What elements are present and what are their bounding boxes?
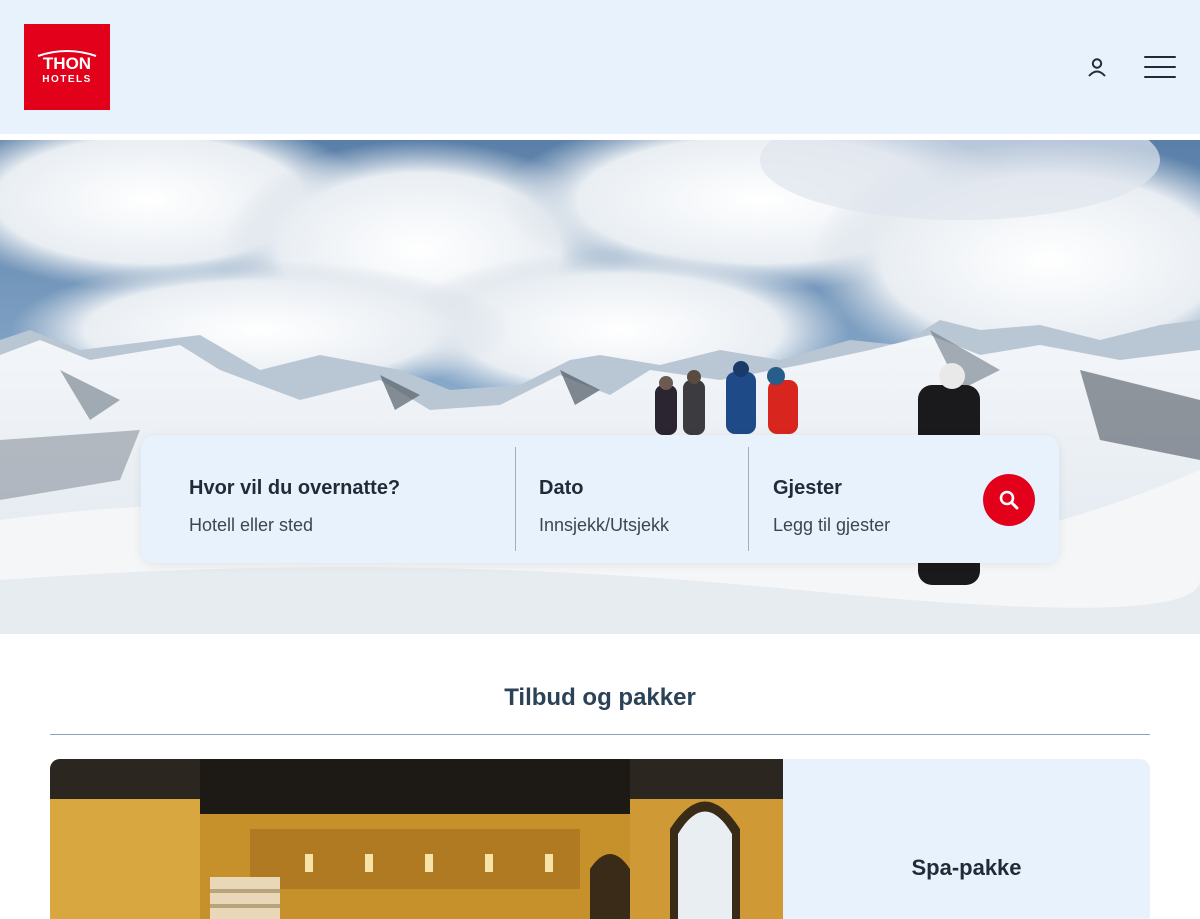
logo-icon: THON HOTELS (37, 50, 97, 85)
user-account-button[interactable] (1084, 54, 1110, 80)
search-icon (999, 490, 1019, 510)
menu-line (1144, 76, 1176, 78)
field-divider (748, 447, 749, 551)
offers-heading: Tilbud og pakker (504, 684, 696, 711)
menu-line (1144, 56, 1176, 58)
site-header: THON HOTELS (0, 0, 1200, 134)
destination-label: Hvor vil du overnatte? (189, 477, 401, 499)
menu-line (1144, 66, 1176, 68)
offer-card-spa[interactable]: Spa-pakke (50, 759, 1150, 919)
guests-field[interactable]: Gjester Legg til gjester (773, 447, 973, 551)
destination-field[interactable]: Hvor vil du overnatte? Hotell eller sted (189, 447, 515, 551)
date-label: Dato (539, 477, 584, 499)
user-icon (1088, 58, 1106, 77)
thon-hotels-logo[interactable]: THON HOTELS (24, 24, 110, 110)
hamburger-menu-button[interactable] (1142, 54, 1178, 80)
search-button[interactable] (983, 474, 1035, 526)
section-divider (50, 734, 1150, 735)
spa-interior-photo (50, 759, 783, 919)
guests-input[interactable]: Legg til gjester (773, 515, 890, 536)
booking-search-bar: Hvor vil du overnatte? Hotell eller sted… (141, 435, 1059, 563)
date-field[interactable]: Dato Innsjekk/Utsjekk (539, 447, 749, 551)
date-input[interactable]: Innsjekk/Utsjekk (539, 515, 669, 536)
destination-input[interactable]: Hotell eller sted (189, 515, 313, 536)
offer-info-panel: Spa-pakke (783, 759, 1150, 919)
offer-title: Spa-pakke (911, 855, 1022, 880)
field-divider (515, 447, 516, 551)
guests-label: Gjester (773, 477, 842, 499)
svg-text:HOTELS: HOTELS (42, 74, 92, 85)
svg-text:THON: THON (43, 54, 91, 73)
